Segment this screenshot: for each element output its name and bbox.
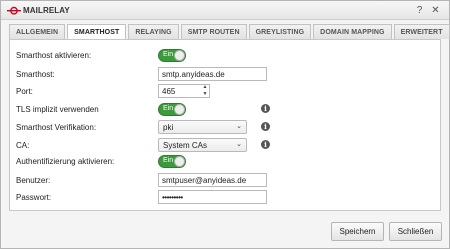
tab-allgemein[interactable]: ALLGEMEIN (9, 24, 66, 39)
row-smarthost-active: Smarthost aktivieren: Ein (10, 49, 440, 63)
verification-select[interactable]: pki ⌄ (158, 120, 247, 134)
stepper-up-icon[interactable]: ▲ (201, 84, 209, 91)
info-icon[interactable]: i (261, 140, 270, 149)
stepper-down-icon[interactable]: ▼ (201, 91, 209, 98)
toggle-knob (174, 156, 185, 167)
row-user: Benutzer: smtpuser@anyideas.de (10, 173, 440, 188)
tab-domain-mapping[interactable]: DOMAIN MAPPING (313, 24, 392, 39)
info-icon[interactable]: i (261, 122, 270, 131)
mailrelay-dialog: MAILRELAY ? ✕ ALLGEMEIN SMARTHOST RELAYI… (0, 0, 450, 249)
ca-value: System CAs (163, 141, 208, 150)
tab-erweitert[interactable]: ERWEITERT (393, 24, 450, 39)
row-auth: Authentifizierung aktivieren: Ein (10, 155, 440, 169)
smarthost-active-label: Smarthost aktivieren: (16, 51, 92, 60)
smarthost-panel: Smarthost aktivieren: Ein Smarthost: smt… (9, 39, 441, 211)
toggle-state-text: Ein (163, 51, 174, 58)
tab-relaying[interactable]: RELAYING (128, 24, 179, 39)
tls-label: TLS implizit verwenden (16, 105, 99, 114)
password-label: Passwort: (16, 193, 52, 202)
chevron-down-icon: ⌄ (236, 141, 242, 148)
port-label: Port: (16, 87, 33, 96)
smarthost-active-toggle[interactable]: Ein (158, 49, 186, 62)
title-bar[interactable]: MAILRELAY ? ✕ (1, 1, 449, 20)
tab-bar: ALLGEMEIN SMARTHOST RELAYING SMTP ROUTEN… (9, 24, 450, 40)
close-icon[interactable]: ✕ (429, 4, 442, 17)
window-title: MAILRELAY (23, 6, 70, 15)
info-icon[interactable]: i (261, 104, 270, 113)
toggle-knob (174, 104, 185, 115)
row-tls: TLS implizit verwenden Ein i (10, 103, 440, 117)
toggle-knob (174, 50, 185, 61)
verification-value: pki (163, 123, 174, 132)
smarthost-input[interactable]: smtp.anyideas.de (158, 67, 267, 81)
auth-label: Authentifizierung aktivieren: (16, 157, 115, 166)
ca-select[interactable]: System CAs ⌄ (158, 138, 247, 152)
save-button[interactable]: Speichern (331, 222, 384, 241)
row-smarthost: Smarthost: smtp.anyideas.de (10, 67, 440, 82)
row-verification: Smarthost Verifikation: pki ⌄ i (10, 120, 440, 135)
smarthost-label: Smarthost: (16, 70, 55, 79)
auth-toggle[interactable]: Ein (158, 155, 186, 168)
tab-greylisting[interactable]: GREYLISTING (248, 24, 312, 39)
password-input[interactable]: ••••••••• (158, 190, 267, 204)
chevron-down-icon: ⌄ (236, 123, 242, 130)
toggle-state-text: Ein (163, 157, 174, 164)
help-icon[interactable]: ? (413, 4, 426, 17)
tls-toggle[interactable]: Ein (158, 103, 186, 116)
verification-label: Smarthost Verifikation: (16, 123, 97, 132)
user-label: Benutzer: (16, 176, 51, 185)
ca-label: CA: (16, 141, 30, 150)
row-port: Port: 465 ▲ ▼ (10, 84, 440, 99)
row-password: Passwort: ••••••••• (10, 190, 440, 205)
toggle-state-text: Ein (163, 105, 174, 112)
close-button[interactable]: Schließen (389, 222, 442, 241)
mailrelay-logo-icon (7, 6, 21, 15)
user-input[interactable]: smtpuser@anyideas.de (158, 173, 267, 187)
port-stepper[interactable]: ▲ ▼ (201, 84, 209, 98)
tab-smarthost[interactable]: SMARTHOST (67, 24, 127, 40)
row-ca: CA: System CAs ⌄ i (10, 138, 440, 153)
tab-smtp-routen[interactable]: SMTP ROUTEN (180, 24, 247, 39)
